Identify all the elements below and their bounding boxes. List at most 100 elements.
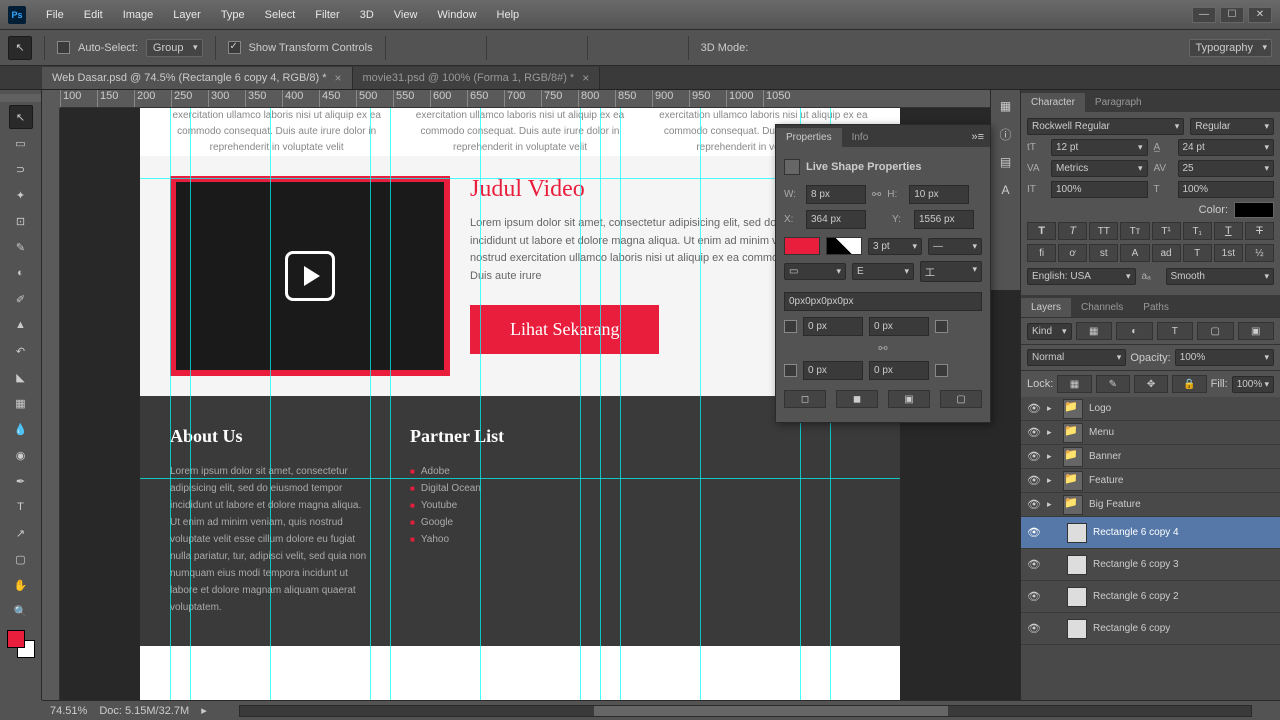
dodge-tool[interactable]: ◉ xyxy=(9,443,33,467)
fill-swatch[interactable] xyxy=(784,237,820,255)
zoom-tool[interactable]: 🔍 xyxy=(9,599,33,623)
maximize-button[interactable]: ☐ xyxy=(1220,7,1244,23)
color-swatches[interactable] xyxy=(7,630,35,658)
menu-file[interactable]: File xyxy=(36,9,74,21)
crop-tool[interactable]: ⊡ xyxy=(9,209,33,233)
pathop-icon[interactable]: ▣ xyxy=(888,390,930,408)
font-style-dropdown[interactable]: Regular xyxy=(1190,118,1274,135)
disclosure-icon[interactable]: ▸ xyxy=(1047,499,1057,510)
blur-tool[interactable]: 💧 xyxy=(9,417,33,441)
character-tab[interactable]: Character xyxy=(1021,93,1085,112)
stroke-caps-dropdown[interactable]: E xyxy=(852,263,914,280)
corner-tl-input[interactable] xyxy=(803,317,863,336)
properties-tab[interactable]: Properties xyxy=(776,128,842,147)
disclosure-icon[interactable]: ▸ xyxy=(1047,403,1057,414)
history-brush-tool[interactable]: ↶ xyxy=(9,339,33,363)
visibility-icon[interactable]: 👁 xyxy=(1027,590,1041,603)
info-tab[interactable]: Info xyxy=(842,128,879,147)
subscript-button[interactable]: T₁ xyxy=(1183,222,1212,240)
align-icon[interactable] xyxy=(527,38,547,58)
font-size-input[interactable]: 12 pt xyxy=(1051,139,1148,156)
language-dropdown[interactable]: English: USA xyxy=(1027,268,1136,285)
distribute-icon[interactable] xyxy=(628,38,648,58)
allcaps-button[interactable]: TT xyxy=(1089,222,1118,240)
filter-type-icon[interactable]: T xyxy=(1157,322,1194,340)
opentype-button[interactable]: st xyxy=(1089,244,1118,262)
path-tool[interactable]: ↗ xyxy=(9,521,33,545)
filter-pixel-icon[interactable]: ▦ xyxy=(1076,322,1113,340)
align-icon[interactable] xyxy=(499,38,519,58)
layer-row[interactable]: 👁▸📁Feature xyxy=(1021,469,1280,493)
blend-mode-dropdown[interactable]: Normal xyxy=(1027,349,1126,366)
toolbox-collapse[interactable] xyxy=(0,94,41,102)
horizontal-scrollbar[interactable] xyxy=(239,705,1252,717)
paragraph-tab[interactable]: Paragraph xyxy=(1085,93,1152,112)
swatches-icon[interactable]: ▤ xyxy=(996,152,1016,172)
stroke-align-dropdown[interactable]: ▭ xyxy=(784,263,846,280)
y-input[interactable] xyxy=(914,210,974,229)
opentype-button[interactable]: T xyxy=(1183,244,1212,262)
underline-button[interactable]: T xyxy=(1214,222,1243,240)
distribute-icon[interactable] xyxy=(600,38,620,58)
kerning-input[interactable]: Metrics xyxy=(1051,160,1148,177)
info-icon[interactable]: ⓘ xyxy=(996,124,1016,144)
hand-tool[interactable]: ✋ xyxy=(9,573,33,597)
lock-transparent-icon[interactable]: ▦ xyxy=(1057,375,1091,393)
opentype-button[interactable]: ad xyxy=(1152,244,1181,262)
corner-bl-input[interactable] xyxy=(803,361,863,380)
stamp-tool[interactable]: ▲ xyxy=(9,313,33,337)
visibility-icon[interactable]: 👁 xyxy=(1027,558,1041,571)
wand-tool[interactable]: ✦ xyxy=(9,183,33,207)
eraser-tool[interactable]: ◣ xyxy=(9,365,33,389)
visibility-icon[interactable]: 👁 xyxy=(1027,526,1041,539)
corner-checkbox[interactable] xyxy=(935,364,948,377)
filter-shape-icon[interactable]: ▢ xyxy=(1197,322,1234,340)
visibility-icon[interactable]: 👁 xyxy=(1027,474,1041,487)
fill-input[interactable]: 100% xyxy=(1232,376,1274,393)
font-family-dropdown[interactable]: Rockwell Regular xyxy=(1027,118,1184,135)
visibility-icon[interactable]: 👁 xyxy=(1027,426,1041,439)
opentype-button[interactable]: ½ xyxy=(1245,244,1274,262)
vertical-ruler[interactable] xyxy=(42,108,60,700)
opentype-button[interactable]: A xyxy=(1120,244,1149,262)
marquee-tool[interactable]: ▭ xyxy=(9,131,33,155)
paths-tab[interactable]: Paths xyxy=(1133,298,1179,317)
menu-type[interactable]: Type xyxy=(211,9,255,21)
pen-tool[interactable]: ✒ xyxy=(9,469,33,493)
x-input[interactable] xyxy=(806,210,866,229)
panel-menu-icon[interactable]: »≡ xyxy=(965,127,990,147)
corner-tr-input[interactable] xyxy=(869,317,929,336)
italic-button[interactable]: T xyxy=(1058,222,1087,240)
visibility-icon[interactable]: 👁 xyxy=(1027,450,1041,463)
doc-size[interactable]: Doc: 5.15M/32.7M xyxy=(99,705,189,717)
history-icon[interactable]: ▦ xyxy=(996,96,1016,116)
text-color-swatch[interactable] xyxy=(1234,202,1274,218)
shape-tool[interactable]: ▢ xyxy=(9,547,33,571)
visibility-icon[interactable]: 👁 xyxy=(1027,622,1041,635)
close-icon[interactable]: × xyxy=(582,71,589,85)
eyedropper-tool[interactable]: ✎ xyxy=(9,235,33,259)
superscript-button[interactable]: T¹ xyxy=(1152,222,1181,240)
stroke-corners-dropdown[interactable]: 工 xyxy=(920,261,982,282)
disclosure-icon[interactable]: ▸ xyxy=(1047,451,1057,462)
layer-row[interactable]: 👁Rectangle 6 copy 3 xyxy=(1021,549,1280,581)
menu-help[interactable]: Help xyxy=(487,9,530,21)
show-transform-checkbox[interactable] xyxy=(228,41,241,54)
link-icon[interactable]: ⚯ xyxy=(872,188,881,201)
layer-row[interactable]: 👁Rectangle 6 copy 4 xyxy=(1021,517,1280,549)
filter-kind-dropdown[interactable]: Kind xyxy=(1027,323,1072,340)
layer-row[interactable]: 👁▸📁Logo xyxy=(1021,397,1280,421)
pathop-icon[interactable]: ◻ xyxy=(784,390,826,408)
corner-checkbox[interactable] xyxy=(784,364,797,377)
filter-adjust-icon[interactable]: ◐ xyxy=(1116,322,1153,340)
visibility-icon[interactable]: 👁 xyxy=(1027,402,1041,415)
healing-tool[interactable]: ◐ xyxy=(9,261,33,285)
stroke-swatch[interactable] xyxy=(826,237,862,255)
lock-pixels-icon[interactable]: ✎ xyxy=(1096,375,1130,393)
layers-tab[interactable]: Layers xyxy=(1021,298,1071,317)
menu-window[interactable]: Window xyxy=(427,9,486,21)
lock-position-icon[interactable]: ✥ xyxy=(1134,375,1168,393)
corner-checkbox[interactable] xyxy=(935,320,948,333)
document-tab[interactable]: movie31.psd @ 100% (Forma 1, RGB/8#) * × xyxy=(353,67,601,89)
height-input[interactable] xyxy=(909,185,969,204)
